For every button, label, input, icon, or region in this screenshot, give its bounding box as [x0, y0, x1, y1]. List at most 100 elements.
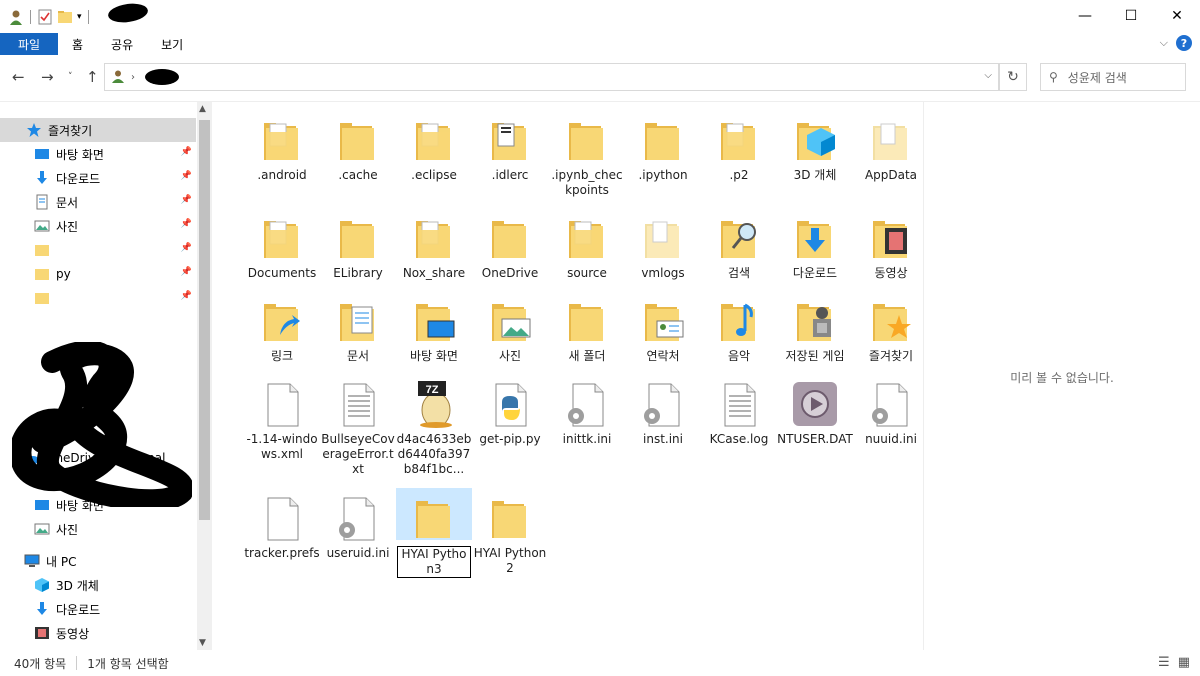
folder-item[interactable]: AppData	[853, 110, 929, 183]
item-label: OneDrive	[481, 266, 539, 280]
expand-ribbon-icon[interactable]: ⌵	[1160, 36, 1168, 50]
folder-item[interactable]: 사진	[472, 291, 548, 364]
computer-icon	[24, 553, 40, 569]
status-separator	[76, 656, 78, 670]
file-ini-icon	[334, 494, 382, 542]
folder-item[interactable]: .cache	[320, 110, 396, 183]
sidebar-item-pictures[interactable]: 사진 📌	[0, 214, 196, 238]
file-item[interactable]: nuuid.ini	[853, 374, 929, 447]
sidebar-item-folder[interactable]: 📌	[0, 238, 196, 262]
item-label: ELibrary	[333, 266, 383, 280]
preview-pane-message: 미리 볼 수 없습니다.	[1010, 371, 1114, 385]
item-label: AppData	[864, 168, 918, 182]
folder-item[interactable]: 문서	[320, 291, 396, 364]
folder-item[interactable]: OneDrive	[472, 208, 548, 281]
file-item[interactable]: inittk.ini	[549, 374, 625, 447]
folder-item[interactable]: 링크	[244, 291, 320, 364]
file-item[interactable]: -1.14-windows.xml	[244, 374, 320, 462]
back-arrow-icon[interactable]: ←	[12, 68, 25, 86]
sidebar-item-py-folder[interactable]: py 📌	[0, 262, 196, 286]
breadcrumb-chevron-icon[interactable]: ›	[131, 72, 135, 83]
user-folder-icon	[8, 9, 24, 25]
properties-icon[interactable]	[37, 9, 53, 25]
folder-item[interactable]: .android	[244, 110, 320, 183]
folder-item[interactable]: ELibrary	[320, 208, 396, 281]
folder-item[interactable]: 다운로드	[777, 208, 853, 281]
forward-arrow-icon[interactable]: →	[41, 68, 54, 86]
details-view-icon[interactable]: ☰	[1158, 655, 1170, 670]
sidebar-item-3d-objects[interactable]: 3D 개체	[0, 573, 196, 597]
file-item[interactable]: BullseyeCoverageError.txt	[320, 374, 396, 477]
folder-item[interactable]: source	[549, 208, 625, 281]
folder-item[interactable]: 동영상	[853, 208, 929, 281]
folder-item[interactable]: 3D 개체	[777, 110, 853, 183]
file-item[interactable]: useruid.ini	[320, 488, 396, 561]
folder-item[interactable]: HYAI Python3	[396, 488, 472, 578]
address-dropdown-icon[interactable]: ⌵	[984, 70, 992, 81]
sidebar-item-videos[interactable]: 동영상	[0, 621, 196, 645]
3d-objects-icon	[34, 577, 50, 593]
sidebar-item-quick-access[interactable]: 즐겨찾기	[0, 118, 196, 142]
folder-item[interactable]: 새 폴더	[549, 291, 625, 364]
address-bar[interactable]: › ⌵	[104, 63, 999, 91]
sidebar-scrollbar[interactable]: ▲ ▼	[197, 102, 212, 650]
folder-item[interactable]: Nox_share	[396, 208, 472, 281]
folder-contacts-icon	[639, 297, 687, 345]
scroll-down-arrow-icon[interactable]: ▼	[199, 638, 206, 648]
refresh-button[interactable]: ↻	[999, 63, 1027, 91]
tab-file[interactable]: 파일	[0, 33, 58, 55]
help-button[interactable]: ?	[1176, 35, 1192, 51]
file-item[interactable]: KCase.log	[701, 374, 777, 447]
folder-icon	[639, 116, 687, 164]
rename-input[interactable]: HYAI Python3	[397, 546, 471, 578]
scrollbar-thumb[interactable]	[199, 120, 210, 520]
folder-item[interactable]: .idlerc	[472, 110, 548, 183]
file-item[interactable]: tracker.prefs	[244, 488, 320, 561]
folder-item[interactable]: 즐겨찾기	[853, 291, 929, 364]
sidebar-item-this-pc[interactable]: 내 PC	[0, 549, 196, 573]
pin-icon: 📌	[180, 147, 192, 157]
sidebar-item-onedrive-pictures[interactable]: 사진	[0, 517, 196, 541]
folder-item[interactable]: .p2	[701, 110, 777, 183]
sidebar-item-label: 바탕 화면	[56, 147, 104, 162]
folder-item[interactable]: 연락처	[625, 291, 701, 364]
close-button[interactable]: ✕	[1154, 0, 1200, 32]
tab-share[interactable]: 공유	[97, 33, 147, 55]
folder-item[interactable]: 검색	[701, 208, 777, 281]
search-box[interactable]: ⚲ 성윤제 검색	[1040, 63, 1186, 91]
file-item[interactable]: 7Z d4ac4633ebd6440fa397b84f1bc...	[396, 374, 472, 477]
toolbar-separator	[87, 9, 89, 24]
sidebar-item-downloads[interactable]: 다운로드 📌	[0, 166, 196, 190]
folder-item[interactable]: 바탕 화면	[396, 291, 472, 364]
folder-item[interactable]: vmlogs	[625, 208, 701, 281]
tab-view[interactable]: 보기	[147, 33, 197, 55]
folder-item[interactable]: 저장된 게임	[777, 291, 853, 364]
maximize-button[interactable]: ☐	[1108, 0, 1154, 32]
folder-item[interactable]: .ipynb_checkpoints	[549, 110, 625, 198]
folder-item[interactable]: HYAI Python2	[472, 488, 548, 576]
sidebar-item-pc-downloads[interactable]: 다운로드	[0, 597, 196, 621]
folder-item[interactable]: .eclipse	[396, 110, 472, 183]
folder-pictures-icon	[486, 297, 534, 345]
file-item[interactable]: NTUSER.DAT	[777, 374, 853, 447]
pictures-icon	[34, 521, 50, 537]
minimize-button[interactable]: —	[1062, 0, 1108, 32]
sidebar-item-documents[interactable]: 문서 📌	[0, 190, 196, 214]
recent-locations-icon[interactable]: ˅	[68, 72, 73, 82]
file-item[interactable]: inst.ini	[625, 374, 701, 447]
document-icon	[34, 194, 50, 210]
pin-icon: 📌	[180, 267, 192, 277]
folder-item[interactable]: Documents	[244, 208, 320, 281]
sidebar-item-folder[interactable]: 📌	[0, 286, 196, 310]
folder-icon	[34, 242, 50, 258]
new-folder-icon[interactable]	[57, 9, 73, 25]
sidebar-item-desktop[interactable]: 바탕 화면 📌	[0, 142, 196, 166]
folder-item[interactable]: 음악	[701, 291, 777, 364]
up-arrow-icon[interactable]: ↑	[86, 68, 99, 86]
folder-item[interactable]: .ipython	[625, 110, 701, 183]
scroll-up-arrow-icon[interactable]: ▲	[199, 104, 206, 114]
tab-home[interactable]: 홈	[58, 33, 97, 55]
file-item[interactable]: get-pip.py	[472, 374, 548, 447]
customize-toolbar-icon[interactable]: ▾	[77, 12, 82, 22]
large-icons-view-icon[interactable]: ▦	[1178, 655, 1190, 670]
